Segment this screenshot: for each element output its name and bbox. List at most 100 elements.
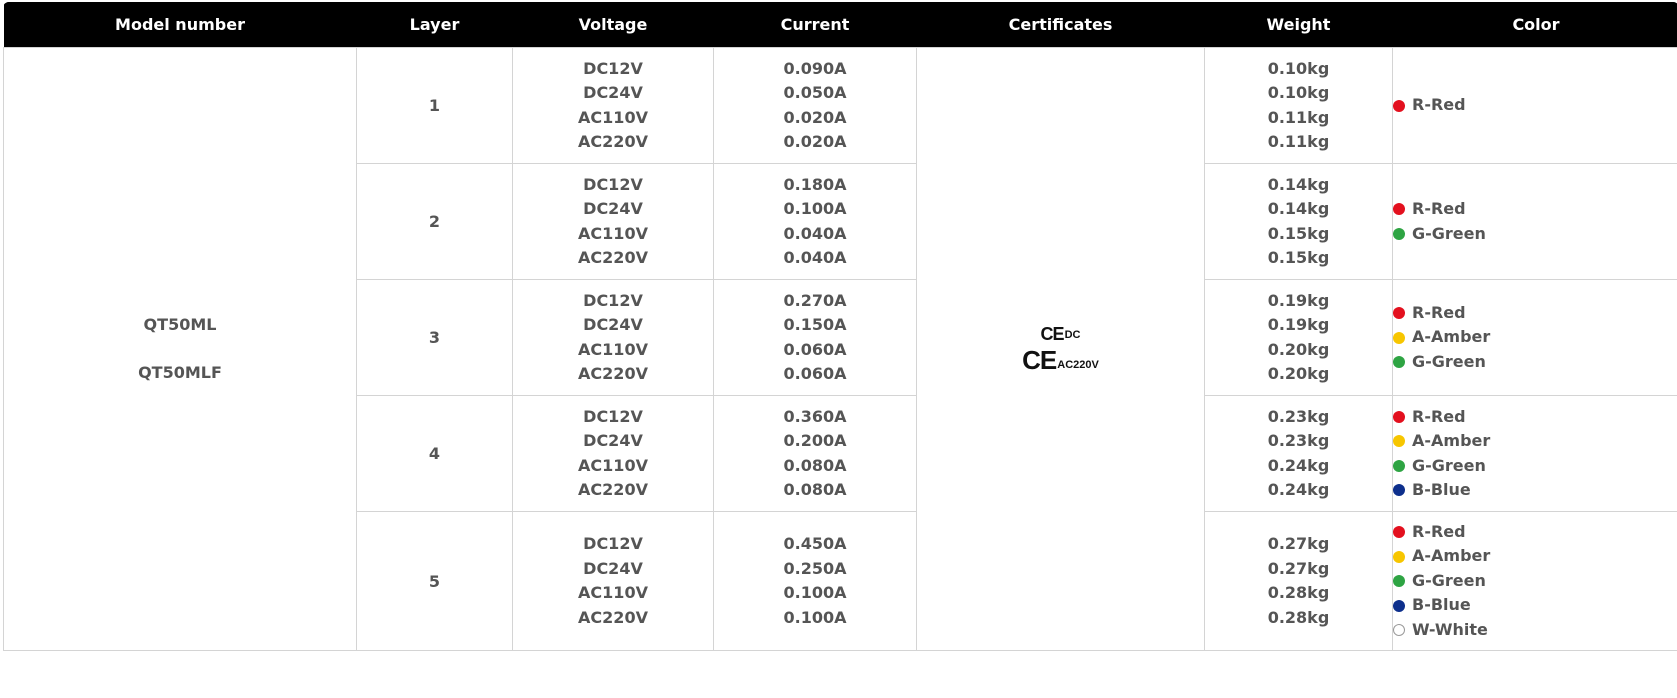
weight-cell: 0.19kg 0.19kg 0.20kg 0.20kg [1204, 279, 1393, 396]
color-label: R-Red [1412, 302, 1466, 322]
current-value: 0.270A [783, 290, 847, 310]
voltage-list: DC12V DC24V AC110V AC220V [513, 405, 713, 503]
weight-cell: 0.10kg 0.10kg 0.11kg 0.11kg [1204, 47, 1393, 164]
color-label: R-Red [1412, 199, 1466, 218]
current-value: 0.150A [783, 315, 847, 334]
voltage-value: DC12V [583, 58, 643, 78]
color-dot-icon [1393, 307, 1405, 319]
ce-dc-label: DC [1064, 329, 1081, 341]
current-value: 0.080A [783, 480, 847, 499]
current-value: 0.040A [783, 248, 847, 267]
voltage-cell: DC12V DC24V AC110V AC220V [512, 163, 714, 280]
voltage-value: AC110V [578, 107, 648, 127]
header-model-number: Model number [3, 2, 357, 48]
current-value: 0.450A [783, 534, 847, 553]
voltage-cell: DC12V DC24V AC110V AC220V [512, 279, 714, 396]
color-label: B-Blue [1412, 480, 1471, 499]
color-option: W-White [1393, 618, 1677, 643]
voltage-value: AC110V [578, 583, 648, 602]
color-dot-icon [1393, 435, 1405, 448]
current-cell: 0.090A 0.050A 0.020A 0.020A [713, 47, 917, 164]
color-option: B-Blue [1393, 478, 1677, 503]
voltage-value: AC220V [578, 132, 648, 151]
current-value: 0.360A [783, 406, 847, 426]
color-dot-icon [1393, 459, 1405, 472]
current-cell: 0.270A 0.150A 0.060A 0.060A [713, 279, 917, 396]
header-weight: Weight [1204, 2, 1393, 48]
weight-cell: 0.14kg 0.14kg 0.15kg 0.15kg [1204, 163, 1393, 280]
current-value: 0.050A [783, 83, 847, 102]
voltage-value: DC12V [583, 174, 643, 194]
weight-value: 0.11kg [1267, 107, 1330, 127]
color-option: A-Amber [1393, 429, 1677, 454]
color-label: A-Amber [1412, 327, 1491, 347]
color-option: A-Amber [1393, 544, 1677, 569]
spec-table-frame: Model number Layer Voltage Current Certi… [3, 2, 1677, 651]
color-dot-icon [1393, 599, 1405, 612]
color-cell: R-Red [1392, 47, 1677, 164]
color-label: R-Red [1412, 521, 1466, 541]
voltage-value: AC110V [578, 223, 648, 243]
current-value: 0.100A [783, 607, 847, 627]
color-label: W-White [1412, 619, 1488, 639]
color-label: R-Red [1412, 95, 1466, 115]
voltage-value: DC24V [583, 558, 643, 578]
color-dot-icon [1393, 410, 1405, 423]
ce-logo: CE [1040, 324, 1065, 344]
current-cell: 0.360A 0.200A 0.080A 0.080A [713, 395, 917, 512]
header-current: Current [713, 2, 917, 48]
weight-value: 0.14kg [1267, 199, 1330, 218]
current-cell: 0.450A 0.250A 0.100A 0.100A [713, 511, 917, 651]
color-label: G-Green [1412, 351, 1486, 371]
color-dot-icon [1393, 575, 1405, 587]
layer-cell: 4 [356, 395, 513, 512]
current-value: 0.060A [783, 364, 847, 383]
weight-list: 0.23kg 0.23kg 0.24kg 0.24kg [1205, 405, 1392, 503]
spec-table-container: Model number Layer Voltage Current Certi… [3, 2, 1677, 651]
color-option: G-Green [1393, 454, 1677, 479]
color-option: R-Red [1393, 405, 1677, 430]
current-list: 0.450A 0.250A 0.100A 0.100A [714, 532, 916, 630]
voltage-value: DC24V [583, 431, 643, 450]
model-number-cell: QT50ML QT50MLF [3, 47, 357, 651]
color-dot-icon [1393, 203, 1405, 216]
color-label: A-Amber [1412, 546, 1491, 566]
weight-list: 0.19kg 0.19kg 0.20kg 0.20kg [1205, 289, 1392, 387]
voltage-cell: DC12V DC24V AC110V AC220V [512, 511, 714, 651]
color-cell: R-Red A-Amber G-Green B-Blue [1392, 395, 1677, 512]
ce-logo: CE [1022, 345, 1057, 375]
color-dot-icon [1393, 356, 1405, 368]
layer-cell: 2 [356, 163, 513, 280]
current-value: 0.040A [783, 223, 847, 243]
ce-ac220v-label: AC220V [1057, 359, 1099, 371]
weight-value: 0.28kg [1267, 607, 1330, 627]
current-list: 0.090A 0.050A 0.020A 0.020A [714, 57, 916, 155]
color-dot-icon [1393, 99, 1405, 112]
ce-dc-mark: CE DC [917, 325, 1204, 343]
current-value: 0.100A [783, 199, 847, 218]
color-cell: R-Red G-Green [1392, 163, 1677, 280]
weight-value: 0.10kg [1267, 58, 1330, 78]
voltage-value: AC220V [578, 364, 648, 383]
weight-value: 0.14kg [1267, 174, 1330, 194]
current-value: 0.200A [783, 431, 847, 450]
certificates-cell: CE DC CE AC220V [916, 47, 1205, 651]
weight-list: 0.10kg 0.10kg 0.11kg 0.11kg [1205, 57, 1392, 155]
weight-cell: 0.27kg 0.27kg 0.28kg 0.28kg [1204, 511, 1393, 651]
color-label: B-Blue [1412, 595, 1471, 615]
current-value: 0.100A [783, 583, 847, 602]
current-list: 0.360A 0.200A 0.080A 0.080A [714, 405, 916, 503]
voltage-value: DC24V [583, 199, 643, 218]
voltage-value: DC24V [583, 83, 643, 102]
voltage-value: AC110V [578, 339, 648, 359]
current-value: 0.080A [783, 455, 847, 475]
color-option: R-Red [1393, 520, 1677, 545]
color-label: G-Green [1412, 570, 1486, 590]
layer-cell: 1 [356, 47, 513, 164]
voltage-cell: DC12V DC24V AC110V AC220V [512, 47, 714, 164]
voltage-value: DC12V [583, 534, 643, 553]
weight-value: 0.24kg [1267, 480, 1330, 499]
weight-value: 0.10kg [1267, 83, 1330, 102]
weight-value: 0.15kg [1267, 223, 1330, 243]
current-value: 0.020A [783, 132, 847, 151]
